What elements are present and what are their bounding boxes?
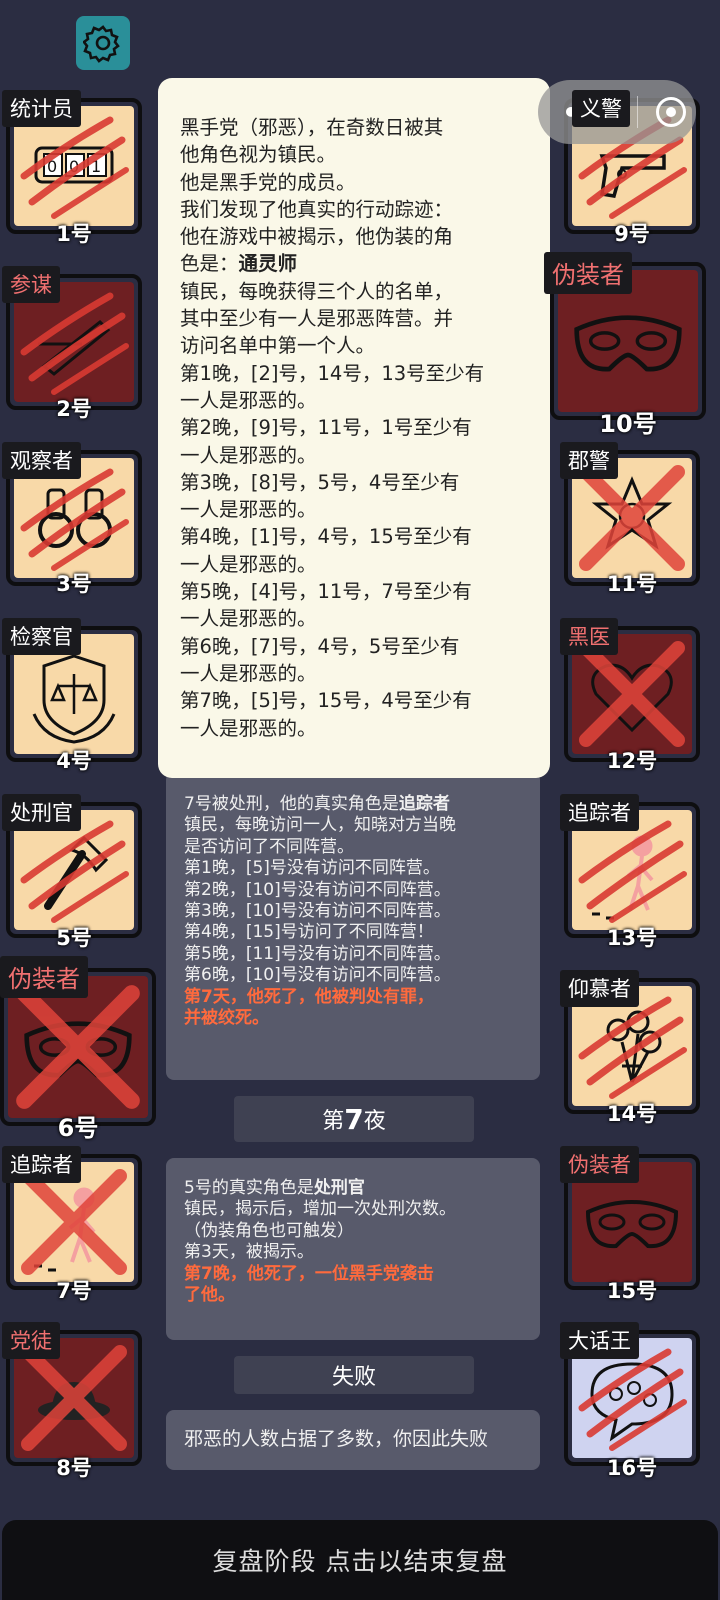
log-line: 第5晚，[11]号没有访问不同阵营。 — [184, 943, 451, 964]
player-number: 2号 — [56, 397, 92, 421]
popup-line: 一人是邪恶的。 — [180, 443, 317, 467]
player-number: 6号 — [57, 1114, 99, 1142]
role-label: 检察官 — [2, 618, 81, 655]
role-label: 郡警 — [560, 442, 618, 479]
popup-line: 我们发现了他真实的行动踪迹： — [180, 197, 454, 221]
popup-line: 他角色视为镇民。 — [180, 143, 337, 167]
popup-line: 一人是邪恶的。 — [180, 552, 317, 576]
log-line: 第2晚，[10]号没有访问不同阵营。 — [184, 879, 451, 900]
log-line: 第4晚，[15]号访问了不同阵营！ — [184, 922, 434, 943]
popup-line: 其中至少有一人是邪恶阵营。并 — [180, 307, 454, 331]
log-line: 第7天，他死了，他被判处有罪， — [184, 986, 434, 1007]
player-number: 9号 — [614, 222, 650, 246]
popup-line: 黑手党（邪恶），在奇数日被其 — [180, 116, 444, 139]
player-number: 14号 — [606, 1102, 658, 1126]
popup-line: 访问名单中第一个人。 — [180, 334, 376, 358]
player-number: 3号 — [56, 572, 92, 596]
role-detail-popup[interactable]: 黑手党（邪恶），在奇数日被其 他角色视为镇民。 他是黑手党的成员。我们发现了他真实的… — [158, 78, 550, 778]
role-label: 处刑官 — [2, 794, 81, 831]
log-line: 是否访问了不同阵营。 — [184, 836, 354, 857]
popup-line: 一人是邪恶的。 — [180, 607, 317, 631]
popup-line: 一人是邪恶的。 — [180, 716, 317, 740]
player-number: 15号 — [606, 1279, 658, 1303]
role-label: 大话王 — [560, 1322, 639, 1359]
log-line: 第3天，被揭示。 — [184, 1242, 314, 1263]
log-execution-block: 7号被处刑，他的真实角色是追踪者 镇民，每晚访问一人，知晓对方当晚 是否访问了不同… — [166, 772, 540, 1080]
capsule-divider — [636, 96, 638, 128]
player-number: 8号 — [56, 1456, 92, 1480]
role-label: 统计员 — [2, 90, 81, 127]
popup-line: 第2晚，[9]号，11号，1号至少有 — [180, 416, 472, 440]
popup-line: 第3晚，[8]号，5号，4号至少有 — [180, 470, 460, 494]
log-line: 镇民，每晚访问一人，知晓对方当晚 — [184, 815, 456, 836]
role-label: 追踪者 — [2, 1146, 81, 1183]
log-line: 并被绞死。 — [184, 1008, 269, 1029]
end-review-bar[interactable]: 复盘阶段 点击以结束复盘 — [2, 1520, 718, 1600]
log-line: 了他。 — [184, 1285, 235, 1306]
player-number: 1号 — [56, 222, 92, 246]
log-line: 第7晚，他死了，一位黑手党袭击 — [184, 1263, 434, 1284]
role-label: 观察者 — [2, 442, 81, 479]
popup-line: 第5晚，[4]号，11号，7号至少有 — [180, 580, 472, 604]
popup-line: 第6晚，[7]号，4号，5号至少有 — [180, 634, 460, 658]
popup-line: 他在游戏中被揭示，他伪装的角 — [180, 225, 454, 249]
player-number: 12号 — [606, 749, 658, 773]
role-label: 伪装者 — [560, 1146, 639, 1183]
log-line: 第6晚，[10]号没有访问不同阵营。 — [184, 965, 451, 986]
log-line: 镇民，揭示后，增加一次处刑次数。 — [184, 1199, 456, 1220]
log-line: （伪装角色也可触发） — [184, 1220, 354, 1241]
role-label: 参谋 — [2, 266, 60, 303]
popup-line: 他是黑手党的成员。 — [180, 170, 356, 194]
player-number: 10号 — [599, 410, 657, 438]
popup-line: 第7晚，[5]号，15号，4号至少有 — [180, 689, 472, 713]
night-divider: 第7夜 — [234, 1096, 474, 1142]
role-label: 追踪者 — [560, 794, 639, 831]
player-number: 13号 — [606, 926, 658, 950]
log-line: 第3晚，[10]号没有访问不同阵营。 — [184, 901, 451, 922]
disguise-role: 通灵师 — [238, 252, 298, 276]
target-icon[interactable] — [655, 97, 686, 127]
log-line: 第1晚，[5]号没有访问不同阵营。 — [184, 858, 440, 879]
popup-line: 一人是邪恶的。 — [180, 661, 317, 685]
settings-button[interactable] — [76, 16, 130, 70]
player-number: 4号 — [56, 749, 92, 773]
popup-line: 镇民，每晚获得三个人的名单， — [180, 279, 454, 303]
player-number: 16号 — [606, 1456, 658, 1480]
role-label: 伪装者 — [0, 956, 88, 998]
popup-line: 一人是邪恶的。 — [180, 388, 317, 412]
gear-icon — [83, 25, 120, 63]
player-number: 5号 — [56, 926, 92, 950]
popup-line: 第1晚，[2]号，14号，13号至少有 — [180, 361, 485, 385]
result-text: 邪恶的人数占据了多数，你因此失败 — [166, 1410, 540, 1470]
player-number: 7号 — [56, 1279, 92, 1303]
popup-line: 第4晚，[1]号，4号，15号至少有 — [180, 525, 472, 549]
role-label: 义警 — [572, 90, 630, 127]
role-label: 仰慕者 — [560, 970, 639, 1007]
player-number: 11号 — [606, 572, 658, 596]
popup-line: 色是：通灵师 — [180, 252, 298, 276]
role-label: 伪装者 — [544, 252, 632, 294]
log-death-block: 5号的真实角色是处刑官 镇民，揭示后，增加一次处刑次数。 （伪装角色也可触发） 第3… — [166, 1158, 540, 1340]
result-divider: 失败 — [234, 1356, 474, 1394]
role-label: 党徒 — [2, 1322, 60, 1359]
popup-line: 一人是邪恶的。 — [180, 498, 317, 522]
role-label: 黑医 — [560, 618, 618, 655]
